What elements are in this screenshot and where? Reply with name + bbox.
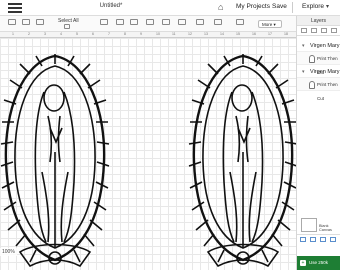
layer-group-title[interactable]: ▾ Virgen Mary — [297, 42, 340, 51]
layer-thumbnail-icon — [309, 81, 315, 89]
promo-icon: + — [300, 260, 306, 266]
explore-link[interactable]: Explore — [302, 3, 324, 10]
more-label: More — [262, 22, 273, 27]
flatten-icon[interactable] — [330, 237, 336, 242]
chevron-down-icon[interactable]: ▾ — [326, 3, 329, 10]
ruler-mark: 14 — [220, 32, 224, 36]
document-title: Untitled* — [99, 3, 123, 9]
ruler-mark: 4 — [60, 32, 62, 36]
design-canvas[interactable] — [0, 38, 296, 270]
chevron-down-icon[interactable]: ▾ — [302, 42, 305, 51]
group-icon[interactable] — [301, 28, 307, 33]
layer-actions — [297, 234, 340, 246]
edit-toolbar: Select All More ▾ — [0, 16, 300, 32]
layer-row[interactable]: Print Then Cut — [297, 77, 340, 101]
layer-group-name: Virgen Mary — [310, 43, 340, 49]
ruler-mark: 10 — [156, 32, 160, 36]
layer-group[interactable]: ▾ Virgen Mary Print Then Cut — [297, 42, 340, 75]
layers-panel: Layers ▾ Virgen Mary Print Then Cut ▾ Vi… — [296, 16, 340, 270]
ruler-mark: 12 — [188, 32, 192, 36]
offset-icon[interactable] — [116, 19, 124, 25]
slice-icon[interactable] — [300, 237, 306, 242]
align-icon[interactable] — [130, 19, 138, 25]
chevron-down-icon[interactable]: ▾ — [302, 68, 305, 77]
position-icon[interactable] — [214, 19, 222, 25]
ruler-mark: 15 — [236, 32, 240, 36]
ruler-mark: 3 — [44, 32, 46, 36]
edit-icon[interactable] — [100, 19, 108, 25]
zoom-level[interactable]: 100% — [0, 248, 17, 256]
ruler-mark: 1 — [12, 32, 14, 36]
layer-thumbnail-icon — [309, 55, 315, 63]
undo-icon[interactable] — [8, 19, 16, 25]
layers-panel-tools — [297, 26, 340, 36]
ruler-mark: 17 — [268, 32, 272, 36]
more-tools-icon[interactable] — [236, 19, 244, 25]
size-icon[interactable] — [178, 19, 186, 25]
virgin-mary-image-left[interactable] — [0, 52, 110, 270]
linetype-icon[interactable] — [36, 19, 44, 25]
ruler-mark: 7 — [108, 32, 110, 36]
ruler-mark: 11 — [172, 32, 176, 36]
ruler-mark: 18 — [284, 32, 288, 36]
combine-icon[interactable] — [310, 237, 316, 242]
select-all-icon[interactable] — [64, 24, 70, 29]
layer-group-title[interactable]: ▾ Virgen Mary — [297, 68, 340, 77]
top-header: Untitled* ⌂ My Projects Save Explore ▾ — [0, 0, 340, 16]
promo-banner[interactable]: + Use 250k — [297, 256, 340, 270]
flip-icon[interactable] — [162, 19, 170, 25]
blank-canvas-swatch[interactable] — [301, 218, 317, 232]
delete-icon[interactable] — [331, 28, 337, 33]
save-button[interactable]: Save — [272, 3, 287, 10]
ruler-mark: 5 — [76, 32, 78, 36]
ruler-mark: 13 — [204, 32, 208, 36]
redo-icon[interactable] — [22, 19, 30, 25]
duplicate-icon[interactable] — [321, 28, 327, 33]
ungroup-icon[interactable] — [311, 28, 317, 33]
virgin-mary-image-right[interactable] — [188, 52, 296, 270]
layer-group-name: Virgen Mary — [310, 69, 340, 75]
ruler-mark: 8 — [124, 32, 126, 36]
layer-row[interactable]: Print Then Cut — [297, 51, 340, 75]
ruler-mark: 6 — [92, 32, 94, 36]
blank-canvas-label: Blank Canvas — [319, 224, 332, 232]
more-button[interactable]: More ▾ — [258, 20, 282, 28]
ruler-mark: 9 — [140, 32, 142, 36]
my-projects-link[interactable]: My Projects — [236, 3, 270, 10]
header-divider — [292, 2, 293, 13]
attach-icon[interactable] — [320, 237, 326, 242]
rotate-icon[interactable] — [196, 19, 204, 25]
ruler-mark: 16 — [252, 32, 256, 36]
ruler-mark: 2 — [28, 32, 30, 36]
promo-text: Use 250k — [309, 260, 329, 265]
layer-name: Print Then Cut — [317, 82, 338, 101]
layer-group[interactable]: ▾ Virgen Mary Print Then Cut — [297, 68, 340, 101]
layers-panel-title: Layers — [297, 16, 340, 26]
cloud-sync-icon[interactable]: ⌂ — [218, 2, 223, 12]
arrange-icon[interactable] — [146, 19, 154, 25]
